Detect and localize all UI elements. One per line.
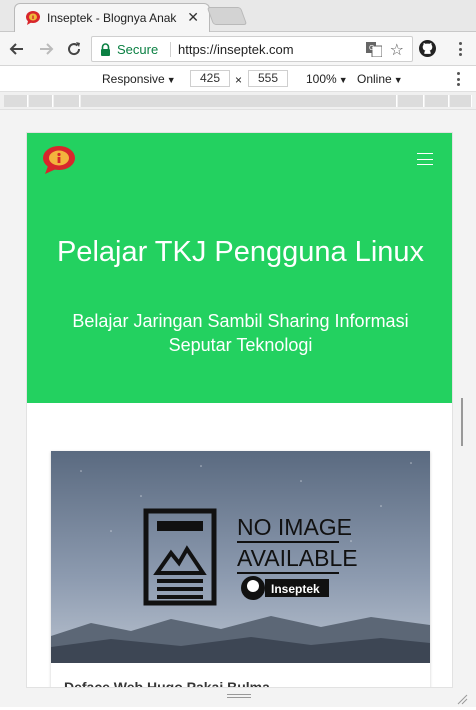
browser-tab[interactable]: Inseptek - Blognya Anak ✕ xyxy=(14,3,210,32)
url-text[interactable]: https://inseptek.com xyxy=(178,42,294,57)
post-title[interactable]: Deface Web Hugo Pakai Bulma xyxy=(64,679,270,687)
lock-icon xyxy=(100,43,111,61)
back-arrow-icon[interactable] xyxy=(6,38,28,60)
resize-handle-right[interactable] xyxy=(461,398,466,446)
media-query-segment[interactable] xyxy=(398,95,424,107)
no-image-text: NO IMAGE xyxy=(237,514,352,540)
emulated-page: Pelajar TKJ Pengguna Linux Belajar Jarin… xyxy=(26,132,453,688)
media-query-bar xyxy=(0,92,476,110)
browser-toolbar: Secure https://inseptek.com G ☆ xyxy=(0,32,476,66)
hero-title: Pelajar TKJ Pengguna Linux xyxy=(56,236,425,268)
secure-label: Secure xyxy=(117,42,159,57)
network-throttle-select[interactable]: Online ▼ xyxy=(357,72,403,86)
media-query-segment[interactable] xyxy=(450,95,472,107)
inseptek-favicon-icon xyxy=(25,10,41,26)
github-icon[interactable] xyxy=(419,40,436,62)
media-query-segment[interactable] xyxy=(54,95,80,107)
tab-title: Inseptek - Blognya Anak xyxy=(47,11,177,25)
address-bar[interactable]: Secure https://inseptek.com G ☆ xyxy=(91,36,413,62)
hero-section: Pelajar TKJ Pengguna Linux Belajar Jarin… xyxy=(27,133,452,403)
media-query-segment[interactable] xyxy=(425,95,449,107)
browser-menu-icon[interactable] xyxy=(452,41,468,57)
reload-icon[interactable] xyxy=(63,38,85,60)
tab-strip: Inseptek - Blognya Anak ✕ xyxy=(0,0,476,32)
media-query-segment[interactable] xyxy=(29,95,53,107)
forward-arrow-icon[interactable] xyxy=(35,38,57,60)
device-viewport-area: Pelajar TKJ Pengguna Linux Belajar Jarin… xyxy=(0,110,476,707)
svg-text:G: G xyxy=(369,45,374,52)
resize-handle-bottom[interactable] xyxy=(227,694,251,700)
hero-subtitle: Belajar Jaringan Sambil Sharing Informas… xyxy=(72,311,409,355)
caret-down-icon: ▼ xyxy=(338,75,348,85)
resize-corner-icon[interactable] xyxy=(456,692,468,710)
new-tab-button[interactable] xyxy=(206,7,248,25)
zoom-select[interactable]: 100% ▼ xyxy=(306,72,348,86)
viewport-width-input[interactable]: 425 xyxy=(190,70,230,87)
caret-down-icon: ▼ xyxy=(166,75,176,85)
brand-text: Inseptek xyxy=(271,582,320,596)
site-logo-icon[interactable] xyxy=(42,145,76,180)
post-thumbnail[interactable]: NO IMAGE AVAILABLE Inseptek xyxy=(51,451,430,663)
omnibox-divider xyxy=(170,42,171,57)
available-text: AVAILABLE xyxy=(237,545,358,571)
device-toolbar: Responsive ▼ 425 × 555 100% ▼ Online ▼ xyxy=(0,66,476,92)
media-query-segment[interactable] xyxy=(81,95,397,107)
media-query-segment[interactable] xyxy=(4,95,28,107)
translate-icon[interactable]: G xyxy=(366,42,383,62)
dimension-separator: × xyxy=(235,73,243,87)
device-mode-select[interactable]: Responsive ▼ xyxy=(102,72,176,86)
caret-down-icon: ▼ xyxy=(393,75,403,85)
viewport-height-input[interactable]: 555 xyxy=(248,70,288,87)
hamburger-menu-icon[interactable] xyxy=(417,153,433,165)
post-card[interactable]: NO IMAGE AVAILABLE Inseptek Deface Web H… xyxy=(51,451,430,687)
bookmark-star-icon[interactable]: ☆ xyxy=(390,40,404,60)
device-toolbar-menu-icon[interactable] xyxy=(457,72,461,86)
close-tab-icon[interactable]: ✕ xyxy=(187,9,199,25)
